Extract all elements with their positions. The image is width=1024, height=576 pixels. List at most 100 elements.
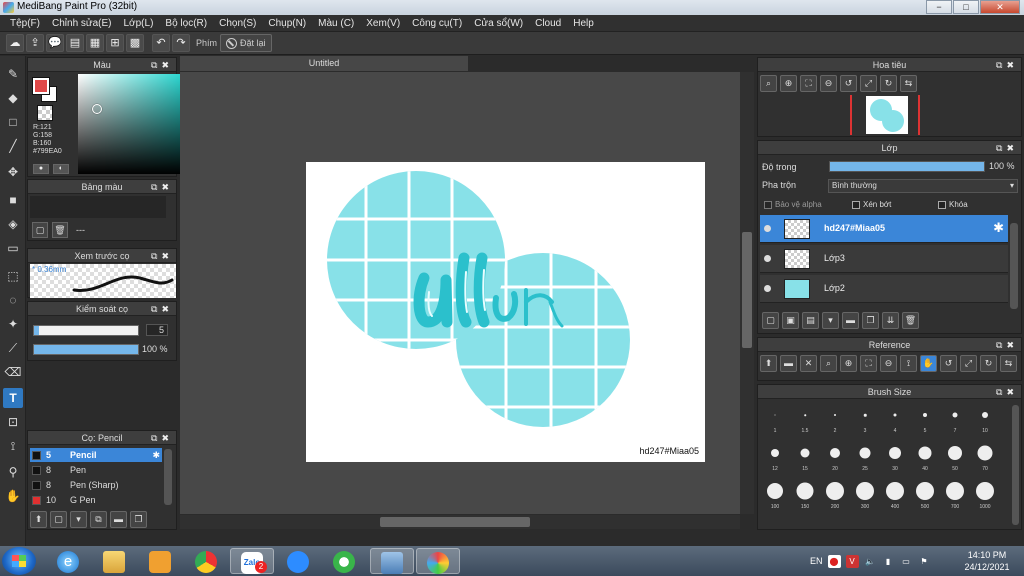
brush-size-option-4[interactable]: 4 (880, 401, 910, 437)
brush-size-option-25[interactable]: 25 (850, 439, 880, 475)
brush-size-option-50[interactable]: 50 (940, 439, 970, 475)
canvas-tab[interactable]: Untitled (180, 56, 468, 71)
file-explorer-icon[interactable] (92, 548, 136, 574)
menu-window[interactable]: Cửa sổ(W) (468, 18, 529, 29)
reset-button[interactable]: Đặt lại (220, 34, 272, 52)
menu-snap[interactable]: Chụp(N) (262, 18, 312, 29)
menu-layer[interactable]: Lớp(L) (118, 18, 160, 29)
close-button[interactable]: ✕ (980, 0, 1020, 14)
panel-controls-icon[interactable]: ⧉✖ (996, 141, 1018, 155)
bucket-tool-icon[interactable]: ◈ (3, 214, 23, 234)
start-button[interactable] (2, 547, 36, 575)
menu-filter[interactable]: Bộ lọc(R) (159, 18, 213, 29)
menu-select[interactable]: Chọn(S) (213, 18, 262, 29)
blend-mode-select[interactable]: Bình thường (828, 179, 1018, 193)
security-icon[interactable]: ⬤ (827, 554, 841, 568)
eyedropper-tool-icon[interactable]: ⟟ (3, 436, 23, 456)
rectangle-tool-icon[interactable]: □ (3, 112, 23, 132)
magic-wand-tool-icon[interactable]: ✦ (3, 314, 23, 334)
reference-flip-icon[interactable]: ⇆ (1000, 355, 1017, 372)
grid-icon[interactable]: ▩ (126, 34, 144, 52)
foreground-color-swatch[interactable] (32, 77, 50, 95)
hand-tool-icon[interactable]: ✋ (3, 486, 23, 506)
speech-bubble-icon[interactable]: 💬 (46, 34, 64, 52)
panel-controls-icon[interactable]: ⧉✖ (151, 249, 173, 263)
clip-checkbox[interactable]: Xén bớt (852, 200, 891, 209)
brush-size-option-30[interactable]: 30 (880, 439, 910, 475)
fit-icon[interactable]: ⛶ (800, 75, 817, 92)
brush-size-option-100[interactable]: 100 (760, 477, 790, 513)
new-layer-icon[interactable]: ▢ (762, 312, 779, 329)
layer-row[interactable]: Lớp3 (760, 245, 1008, 273)
panel-layout-icon[interactable]: ⊞ (106, 34, 124, 52)
color-swap-button[interactable]: ◐ (53, 164, 69, 174)
brush-size-option-400[interactable]: 400 (880, 477, 910, 513)
brush-size-option-5[interactable]: 5 (910, 401, 940, 437)
menu-color[interactable]: Màu (C) (312, 18, 360, 29)
dropper-tool-icon[interactable]: ⚲ (3, 462, 23, 482)
brush-size-option-300[interactable]: 300 (850, 477, 880, 513)
drawing-canvas[interactable]: hd247#Miaa05 (306, 162, 705, 462)
menu-cloud[interactable]: Cloud (529, 18, 567, 29)
brush-size-option-1[interactable]: 1 (760, 401, 790, 437)
reference-eyedropper-icon[interactable]: ⟟ (900, 355, 917, 372)
delete-palette-icon[interactable]: 🗑 (52, 222, 68, 238)
layer-row[interactable]: Lớp2 (760, 275, 1008, 303)
brush-size-option-200[interactable]: 200 (820, 477, 850, 513)
lock-checkbox[interactable]: Khóa (938, 200, 968, 209)
reference-rotate-left-icon[interactable]: ↺ (940, 355, 957, 372)
medibang-taskbar-icon[interactable] (416, 548, 460, 574)
reference-actual-size-icon[interactable]: ⤢ (960, 355, 977, 372)
rotate-left-icon[interactable]: ↺ (840, 75, 857, 92)
unikey-icon[interactable]: V (845, 554, 859, 568)
visibility-icon[interactable] (764, 225, 771, 232)
brush-item-pen-sharp[interactable]: 8 Pen (Sharp) (30, 478, 162, 492)
undo-icon[interactable]: ↶ (152, 34, 170, 52)
flag-icon[interactable]: ⚑ (918, 555, 931, 568)
reference-fit-icon[interactable]: ⛶ (860, 355, 877, 372)
brush-item-pencil[interactable]: 5 Pencil ✱ (30, 448, 162, 462)
new-halftone-layer-icon[interactable]: ▣ (782, 312, 799, 329)
brush-size-option-3[interactable]: 3 (850, 401, 880, 437)
language-indicator[interactable]: EN (810, 556, 823, 566)
panel-controls-icon[interactable]: ⧉✖ (151, 302, 173, 316)
minimize-button[interactable]: − (926, 0, 952, 14)
panel-controls-icon[interactable]: ⧉✖ (996, 338, 1018, 352)
visibility-icon[interactable] (764, 285, 771, 292)
brush-size-option-1000[interactable]: 1000 (970, 477, 1000, 513)
layer-add-menu-icon[interactable]: ▾ (822, 312, 839, 329)
menu-view[interactable]: Xem(V) (360, 18, 406, 29)
camtasia-icon[interactable] (322, 548, 366, 574)
color-wheel-button[interactable]: ● (33, 164, 49, 174)
palette-swatch-area[interactable] (30, 196, 166, 218)
redo-icon[interactable]: ↷ (172, 34, 190, 52)
picker-cursor[interactable] (92, 104, 102, 114)
operation-tool-icon[interactable]: ⊡ (3, 412, 23, 432)
panel-controls-icon[interactable]: ⧉✖ (996, 58, 1018, 72)
panel-controls-icon[interactable]: ⧉✖ (151, 431, 173, 445)
brush-settings-gear-icon[interactable]: ✱ (152, 448, 160, 462)
volume-icon[interactable]: 🔈 (864, 555, 877, 568)
brush-new-icon[interactable]: ▢ (50, 511, 67, 528)
select-rect-tool-icon[interactable]: ⬚ (3, 266, 23, 286)
brush-size-option-500[interactable]: 500 (910, 477, 940, 513)
rotate-right-icon[interactable]: ↻ (880, 75, 897, 92)
fill-rect-tool-icon[interactable]: ■ (3, 190, 23, 210)
reference-zoom-reset-icon[interactable]: ⌕ (820, 355, 837, 372)
merge-layer-icon[interactable]: ⇊ (882, 312, 899, 329)
brush-size-option-70[interactable]: 70 (970, 439, 1000, 475)
reference-close-icon[interactable]: ✕ (800, 355, 817, 372)
chrome-icon[interactable] (184, 548, 228, 574)
layer-opacity-slider[interactable] (829, 161, 985, 172)
transparent-color-swatch[interactable] (37, 105, 53, 121)
brush-size-scrollbar[interactable] (1012, 405, 1019, 525)
battery-icon[interactable]: ▭ (900, 555, 913, 568)
document-icon[interactable]: ▦ (86, 34, 104, 52)
reference-folder-icon[interactable]: ▬ (780, 355, 797, 372)
reference-zoom-in-icon[interactable]: ⊕ (840, 355, 857, 372)
brush-size-option-7[interactable]: 7 (940, 401, 970, 437)
zalo-icon[interactable]: Zalo 2 (230, 548, 274, 574)
protect-alpha-checkbox[interactable]: Bảo vệ alpha (764, 200, 822, 209)
text-tool-icon[interactable]: T (3, 388, 23, 408)
panel-controls-icon[interactable]: ⧉✖ (151, 180, 173, 194)
